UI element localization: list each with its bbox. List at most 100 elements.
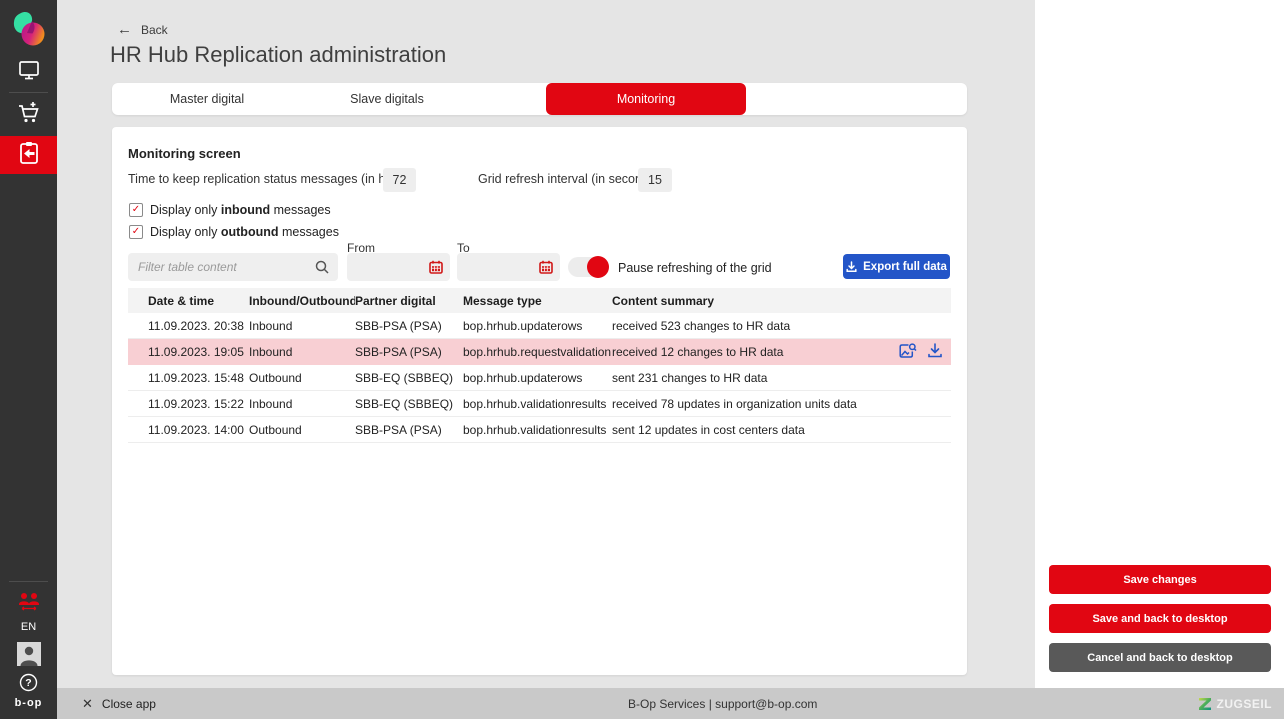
footer-services-text: B-Op Services | support@b-op.com bbox=[628, 688, 817, 719]
sidebar-item-help[interactable]: ? bbox=[0, 675, 57, 695]
save-changes-button[interactable]: Save changes bbox=[1049, 565, 1271, 594]
cell-partner: SBB-EQ (SBBEQ) bbox=[355, 371, 463, 385]
sidebar-item-cart[interactable] bbox=[0, 99, 57, 131]
cell-type: bop.hrhub.updaterows bbox=[463, 371, 612, 385]
download-icon bbox=[846, 261, 857, 273]
tab-slave-digitals[interactable]: Slave digitals bbox=[292, 83, 482, 115]
checkbox-checked-icon: ✓ bbox=[129, 203, 143, 217]
main-area: ← Back HR Hub Replication administration… bbox=[57, 0, 1035, 688]
preview-icon[interactable] bbox=[898, 342, 917, 361]
cell-date: 11.09.2023. 15:48 bbox=[148, 371, 249, 385]
filter-input[interactable] bbox=[128, 253, 338, 281]
cell-direction: Outbound bbox=[249, 423, 355, 437]
download-icon[interactable] bbox=[927, 342, 943, 361]
calendar-icon[interactable] bbox=[429, 260, 443, 279]
save-and-back-button[interactable]: Save and back to desktop bbox=[1049, 604, 1271, 633]
refresh-interval-value[interactable]: 15 bbox=[638, 168, 672, 192]
to-date-input[interactable] bbox=[457, 253, 560, 281]
cell-date: 11.09.2023. 14:00 bbox=[148, 423, 249, 437]
sidebar-divider bbox=[9, 92, 48, 93]
cell-direction: Inbound bbox=[249, 397, 355, 411]
table-row-selected[interactable]: 11.09.2023. 19:05 Inbound SBB-PSA (PSA) … bbox=[128, 339, 951, 365]
sidebar-item-desktop[interactable] bbox=[0, 58, 57, 86]
back-arrow-icon: ← bbox=[117, 21, 132, 38]
table-row[interactable]: 11.09.2023. 15:48 Outbound SBB-EQ (SBBEQ… bbox=[128, 365, 951, 391]
table-header[interactable]: Date & time Inbound/Outbound Partner dig… bbox=[128, 288, 951, 313]
cell-type: bop.hrhub.validationresults bbox=[463, 423, 612, 437]
cancel-and-back-button[interactable]: Cancel and back to desktop bbox=[1049, 643, 1271, 672]
pause-toggle[interactable] bbox=[568, 257, 608, 277]
svg-text:?: ? bbox=[25, 677, 31, 689]
cell-type: bop.hrhub.validationresults bbox=[463, 397, 612, 411]
monitoring-panel: Monitoring screen Time to keep replicati… bbox=[112, 127, 967, 675]
keep-messages-label: Time to keep replication status messages… bbox=[128, 172, 414, 186]
col-partner[interactable]: Partner digital bbox=[355, 294, 463, 308]
close-app-button[interactable]: ✕ Close app bbox=[82, 688, 156, 719]
export-label: Export full data bbox=[863, 261, 947, 273]
action-panel: Save changes Save and back to desktop Ca… bbox=[1035, 0, 1284, 688]
page-title: HR Hub Replication administration bbox=[110, 42, 446, 68]
cell-direction: Inbound bbox=[249, 345, 355, 359]
col-direction[interactable]: Inbound/Outbound bbox=[249, 294, 355, 308]
checkbox-inbound[interactable]: ✓ Display only inbound messages bbox=[129, 203, 331, 217]
tab-bar: Master digital Slave digitals Monitoring bbox=[112, 83, 967, 115]
tab-master-digital[interactable]: Master digital bbox=[112, 83, 302, 115]
cell-date: 11.09.2023. 15:22 bbox=[148, 397, 249, 411]
cell-summary: received 78 updates in organization unit… bbox=[612, 397, 951, 411]
sidebar-divider bbox=[9, 581, 48, 582]
row-actions bbox=[898, 342, 943, 361]
cell-type: bop.hrhub.updaterows bbox=[463, 319, 612, 333]
cart-add-icon bbox=[16, 100, 42, 131]
checkbox-checked-icon: ✓ bbox=[129, 225, 143, 239]
app-window: EN ? b-op ← Back HR bbox=[0, 0, 1284, 719]
checkbox-outbound-label: Display only outbound messages bbox=[150, 225, 339, 239]
from-date-input[interactable] bbox=[347, 253, 450, 281]
toggle-knob-icon bbox=[587, 256, 609, 278]
sidebar: EN ? b-op bbox=[0, 0, 57, 719]
bop-logo: b-op bbox=[0, 697, 57, 709]
panel-title: Monitoring screen bbox=[128, 146, 241, 161]
sidebar-item-user-switch[interactable] bbox=[0, 593, 57, 615]
user-switch-icon bbox=[16, 592, 42, 617]
clipboard-return-icon bbox=[16, 140, 42, 171]
avatar bbox=[17, 642, 41, 671]
col-type[interactable]: Message type bbox=[463, 294, 612, 308]
cell-date: 11.09.2023. 19:05 bbox=[148, 345, 249, 359]
zugseil-logo: ZUGSEIL bbox=[1198, 688, 1272, 719]
table-row[interactable]: 11.09.2023. 20:38 Inbound SBB-PSA (PSA) … bbox=[128, 313, 951, 339]
search-icon[interactable] bbox=[314, 259, 330, 280]
keep-messages-value[interactable]: 72 bbox=[383, 168, 416, 192]
desktop-icon bbox=[17, 58, 41, 87]
zugseil-z-icon bbox=[1198, 696, 1212, 711]
cell-partner: SBB-PSA (PSA) bbox=[355, 319, 463, 333]
checkbox-outbound[interactable]: ✓ Display only outbound messages bbox=[129, 225, 339, 239]
language-selector[interactable]: EN bbox=[0, 621, 57, 633]
app-logo-icon[interactable] bbox=[11, 11, 47, 49]
col-date[interactable]: Date & time bbox=[148, 294, 249, 308]
cell-partner: SBB-PSA (PSA) bbox=[355, 345, 463, 359]
back-label: Back bbox=[141, 23, 168, 37]
cell-summary: sent 12 updates in cost centers data bbox=[612, 423, 951, 437]
col-summary[interactable]: Content summary bbox=[612, 294, 951, 308]
zugseil-label: ZUGSEIL bbox=[1216, 697, 1272, 711]
close-app-label: Close app bbox=[102, 697, 156, 711]
back-button[interactable]: ← Back bbox=[117, 21, 168, 38]
tab-monitoring[interactable]: Monitoring bbox=[546, 83, 746, 115]
filter-field bbox=[128, 253, 338, 281]
pause-label: Pause refreshing of the grid bbox=[618, 261, 772, 275]
refresh-interval-label: Grid refresh interval (in seconds) bbox=[478, 172, 659, 186]
close-icon: ✕ bbox=[82, 696, 93, 712]
checkbox-inbound-label: Display only inbound messages bbox=[150, 203, 331, 217]
messages-table: Date & time Inbound/Outbound Partner dig… bbox=[128, 288, 951, 443]
table-row[interactable]: 11.09.2023. 14:00 Outbound SBB-PSA (PSA)… bbox=[128, 417, 951, 443]
table-row[interactable]: 11.09.2023. 15:22 Inbound SBB-EQ (SBBEQ)… bbox=[128, 391, 951, 417]
sidebar-item-replication-active[interactable] bbox=[0, 136, 57, 174]
cell-type: bop.hrhub.requestvalidation bbox=[463, 345, 612, 359]
cell-partner: SBB-PSA (PSA) bbox=[355, 423, 463, 437]
cell-partner: SBB-EQ (SBBEQ) bbox=[355, 397, 463, 411]
sidebar-item-profile[interactable] bbox=[0, 643, 57, 669]
calendar-icon[interactable] bbox=[539, 260, 553, 279]
cell-summary: received 523 changes to HR data bbox=[612, 319, 951, 333]
export-full-data-button[interactable]: Export full data bbox=[843, 254, 950, 279]
cell-direction: Inbound bbox=[249, 319, 355, 333]
